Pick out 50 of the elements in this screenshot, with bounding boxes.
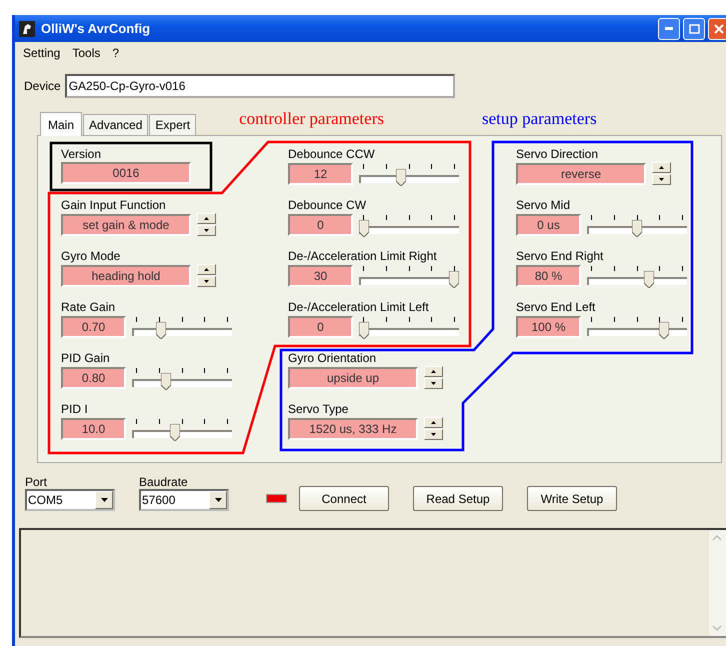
menu-item[interactable]: Setting xyxy=(17,46,66,60)
field-label: PID I xyxy=(61,402,88,416)
window-title: OlliW's AvrConfig xyxy=(41,21,150,36)
version-label: Version xyxy=(61,147,102,161)
value-field[interactable]: 1520 us, 333 Hz xyxy=(288,418,418,440)
field-label: Debounce CCW xyxy=(288,147,375,161)
action-button[interactable]: Write Setup xyxy=(527,486,617,511)
field-label: Servo End Right xyxy=(516,249,604,263)
value-field[interactable]: 80 % xyxy=(516,265,581,287)
menu-item[interactable]: Tools xyxy=(66,46,106,60)
action-button[interactable]: Connect xyxy=(299,486,389,511)
value-field[interactable]: 0.80 xyxy=(61,367,126,389)
value-field[interactable]: 100 % xyxy=(516,316,581,338)
value-field[interactable]: 10.0 xyxy=(61,418,126,440)
field-label: Servo End Left xyxy=(516,300,596,314)
value-field[interactable]: 0.70 xyxy=(61,316,126,338)
tab[interactable]: Main xyxy=(40,112,82,136)
field-label: Gyro Mode xyxy=(61,249,120,263)
field-label: Servo Direction xyxy=(516,147,598,161)
tab[interactable]: Expert xyxy=(149,114,196,135)
value-field[interactable]: heading hold xyxy=(61,264,191,286)
value-field[interactable]: set gain & mode xyxy=(61,214,191,236)
field-label: Port xyxy=(25,475,48,489)
field-label: Gain Input Function xyxy=(61,198,166,212)
version-field: 0016 xyxy=(61,162,191,184)
device-field[interactable]: GA250-Cp-Gyro-v016 xyxy=(64,74,455,98)
value-field[interactable]: 12 xyxy=(288,163,353,185)
field-label: Baudrate xyxy=(139,475,189,489)
menu-item[interactable]: ? xyxy=(106,46,126,60)
annotation-label: controller parameters xyxy=(239,109,384,129)
tab[interactable]: Advanced xyxy=(83,114,148,135)
value-field[interactable]: reverse xyxy=(516,162,646,184)
field-label: De-/Acceleration Limit Left xyxy=(288,300,429,314)
device-label: Device xyxy=(24,79,61,93)
field-label: Debounce CW xyxy=(288,198,366,212)
field-label: Servo Mid xyxy=(516,198,570,212)
value-field[interactable]: 0 xyxy=(288,316,353,338)
field-label: Servo Type xyxy=(288,402,348,416)
action-button[interactable]: Read Setup xyxy=(413,486,503,511)
value-field[interactable]: 0 xyxy=(288,214,353,236)
field-label: Gyro Orientation xyxy=(288,351,376,365)
port-dropdown[interactable]: COM5 xyxy=(25,489,115,511)
value-field[interactable]: 0 us xyxy=(516,214,581,236)
baudrate-dropdown[interactable]: 57600 xyxy=(139,489,229,511)
value-field[interactable]: upside up xyxy=(288,366,418,388)
value-field[interactable]: 30 xyxy=(288,265,353,287)
annotation-label: setup parameters xyxy=(482,109,597,129)
field-label: PID Gain xyxy=(61,351,110,365)
field-label: De-/Acceleration Limit Right xyxy=(288,249,437,263)
field-label: Rate Gain xyxy=(61,300,116,314)
